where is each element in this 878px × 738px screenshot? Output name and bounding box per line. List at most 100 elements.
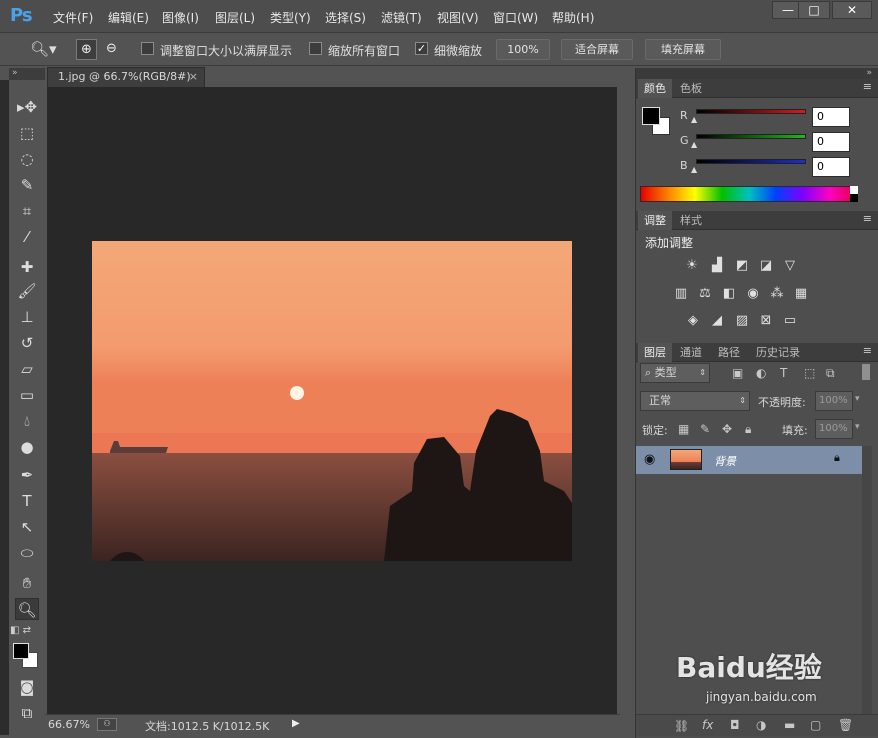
eraser-tool-icon[interactable]: ▱ [15, 358, 39, 380]
dock-collapse-icon[interactable]: » [636, 68, 878, 79]
opacity-dropdown-icon[interactable]: ▾ [855, 394, 860, 404]
fit-screen-button[interactable]: 适合屏幕 [561, 39, 633, 60]
blend-mode-select[interactable]: 正常 ⇕ [640, 391, 750, 411]
tab-swatches[interactable]: 色板 [674, 79, 708, 98]
history-brush-tool-icon[interactable]: ↺ [15, 332, 39, 354]
invert-icon[interactable]: ◈ [684, 314, 702, 328]
filter-pixel-icon[interactable]: ▣ [732, 366, 743, 380]
pen-tool-icon[interactable]: ✒ [15, 464, 39, 486]
filter-shape-icon[interactable]: ⬚ [804, 366, 815, 380]
new-adjustment-layer-icon[interactable]: ◑ [756, 718, 766, 732]
status-menu-arrow-icon[interactable]: ▶ [292, 718, 300, 729]
eyedropper-tool-icon[interactable]: ⁄ [15, 226, 39, 248]
marquee-tool-icon[interactable]: ⬚ [15, 122, 39, 144]
vibrance-icon[interactable]: ▽ [781, 259, 799, 273]
tab-adjustments[interactable]: 调整 [638, 211, 672, 230]
color-ramp-black[interactable] [850, 194, 858, 202]
gradient-tool-icon[interactable]: ▭ [15, 384, 39, 406]
new-layer-icon[interactable]: ▢ [810, 718, 821, 732]
selective-color-icon[interactable]: ⊠ [757, 314, 775, 328]
lock-all-icon[interactable]: 🔒︎ [745, 422, 751, 437]
tab-styles[interactable]: 样式 [674, 211, 708, 230]
menu-filter[interactable]: 滤镜(T) [381, 9, 422, 26]
layers-panel-menu-icon[interactable]: ≡ [863, 344, 872, 357]
path-selection-tool-icon[interactable]: ↖ [15, 516, 39, 538]
menu-help[interactable]: 帮助(H) [552, 9, 594, 26]
color-ramp-white[interactable] [850, 186, 858, 194]
dodge-tool-icon[interactable]: ● [15, 436, 39, 458]
document-tab[interactable]: 1.jpg @ 66.7%(RGB/8#) × [47, 67, 205, 87]
maximize-button[interactable]: □ [798, 1, 830, 19]
resize-windows-checkbox[interactable] [141, 42, 154, 55]
color-fg-swatch[interactable] [642, 107, 660, 125]
filter-toggle[interactable] [862, 364, 870, 380]
channel-mixer-icon[interactable]: ⁂ [768, 287, 786, 301]
menu-image[interactable]: 图像(I) [162, 9, 199, 26]
lock-position-icon[interactable]: ✥ [722, 422, 732, 436]
menu-type[interactable]: 类型(Y) [270, 9, 311, 26]
ellipse-tool-icon[interactable]: ⬭ [15, 542, 39, 564]
zoom-tool-preset-icon[interactable]: 🔍︎▾ [30, 40, 57, 58]
move-tool-icon[interactable]: ▸✥ [15, 96, 39, 118]
new-group-icon[interactable]: ▬ [784, 718, 795, 732]
slider-g[interactable] [696, 134, 806, 139]
quick-mask-icon[interactable]: ◙ [15, 676, 39, 698]
fill-screen-button[interactable]: 填充屏幕 [645, 39, 721, 60]
lock-pixels-icon[interactable]: ✎ [700, 422, 710, 436]
hue-saturation-icon[interactable]: ▥ [672, 287, 690, 301]
slider-r-thumb-icon[interactable]: ▲ [691, 115, 697, 124]
default-colors-icon[interactable]: ◧ ⇄ [10, 625, 31, 636]
fill-input[interactable]: 100% [815, 419, 853, 439]
scrubby-zoom-checkbox[interactable]: ✓ [415, 42, 428, 55]
crop-tool-icon[interactable]: ⌗ [15, 200, 39, 222]
quick-selection-tool-icon[interactable]: ✎ [15, 174, 39, 196]
visibility-eye-icon[interactable]: ◉ [644, 452, 655, 467]
slider-b[interactable] [696, 159, 806, 164]
close-button[interactable]: ✕ [832, 1, 872, 19]
black-white-icon[interactable]: ◧ [720, 287, 738, 301]
close-tab-icon[interactable]: × [189, 68, 198, 86]
layer-row[interactable]: ◉ 背景 🔒︎ [636, 446, 862, 474]
lock-transparent-icon[interactable]: ▦ [678, 422, 689, 436]
hand-tool-icon[interactable]: ✋︎ [15, 572, 39, 594]
fx-icon[interactable]: fx [702, 718, 713, 732]
type-tool-icon[interactable]: T [15, 490, 39, 512]
menu-select[interactable]: 选择(S) [325, 9, 366, 26]
zoom-in-icon[interactable]: ⊕ [76, 39, 97, 60]
slider-r[interactable] [696, 109, 806, 114]
blur-tool-icon[interactable]: 💧︎ [15, 410, 39, 432]
filter-smart-object-icon[interactable]: ⧉ [826, 366, 835, 381]
clone-stamp-tool-icon[interactable]: ⊥ [15, 306, 39, 328]
screen-mode-icon[interactable]: ⧉ [15, 702, 39, 724]
filter-type-icon[interactable]: T [780, 366, 787, 380]
tab-history[interactable]: 历史记录 [750, 343, 806, 362]
zoom-out-icon[interactable]: ⊖ [101, 39, 122, 60]
menu-view[interactable]: 视图(V) [437, 9, 479, 26]
actual-pixels-button[interactable]: 100% [496, 39, 550, 60]
zoom-all-windows-checkbox[interactable] [309, 42, 322, 55]
input-b[interactable]: 0 [812, 157, 850, 177]
status-icon[interactable]: ⚇ [97, 718, 117, 731]
panel-menu-icon[interactable]: ≡ [863, 80, 872, 93]
gradient-map-icon[interactable]: ▭ [781, 314, 799, 328]
delete-layer-icon[interactable]: 🗑︎ [838, 718, 853, 732]
fill-dropdown-icon[interactable]: ▾ [855, 422, 860, 432]
zoom-level[interactable]: 66.67% [48, 718, 90, 731]
posterize-icon[interactable]: ◢ [708, 314, 726, 328]
link-layers-icon[interactable]: ⛓︎ [674, 719, 689, 733]
tab-color[interactable]: 颜色 [638, 79, 672, 98]
canvas-image[interactable] [92, 241, 572, 561]
brightness-contrast-icon[interactable]: ☀ [683, 259, 701, 273]
lasso-tool-icon[interactable]: ◌ [15, 148, 39, 170]
filter-adjustment-icon[interactable]: ◐ [756, 366, 766, 380]
color-balance-icon[interactable]: ⚖ [696, 287, 714, 301]
color-ramp[interactable] [640, 186, 858, 202]
layers-scrollbar[interactable] [862, 446, 872, 714]
zoom-tool-icon[interactable]: 🔍︎ [15, 598, 39, 620]
foreground-color-swatch[interactable] [13, 643, 29, 659]
toolbar-collapse-icon[interactable]: » [9, 68, 45, 80]
tab-layers[interactable]: 图层 [638, 343, 672, 362]
tab-paths[interactable]: 路径 [712, 343, 746, 362]
color-lookup-icon[interactable]: ▦ [792, 287, 810, 301]
exposure-icon[interactable]: ◪ [757, 259, 775, 273]
